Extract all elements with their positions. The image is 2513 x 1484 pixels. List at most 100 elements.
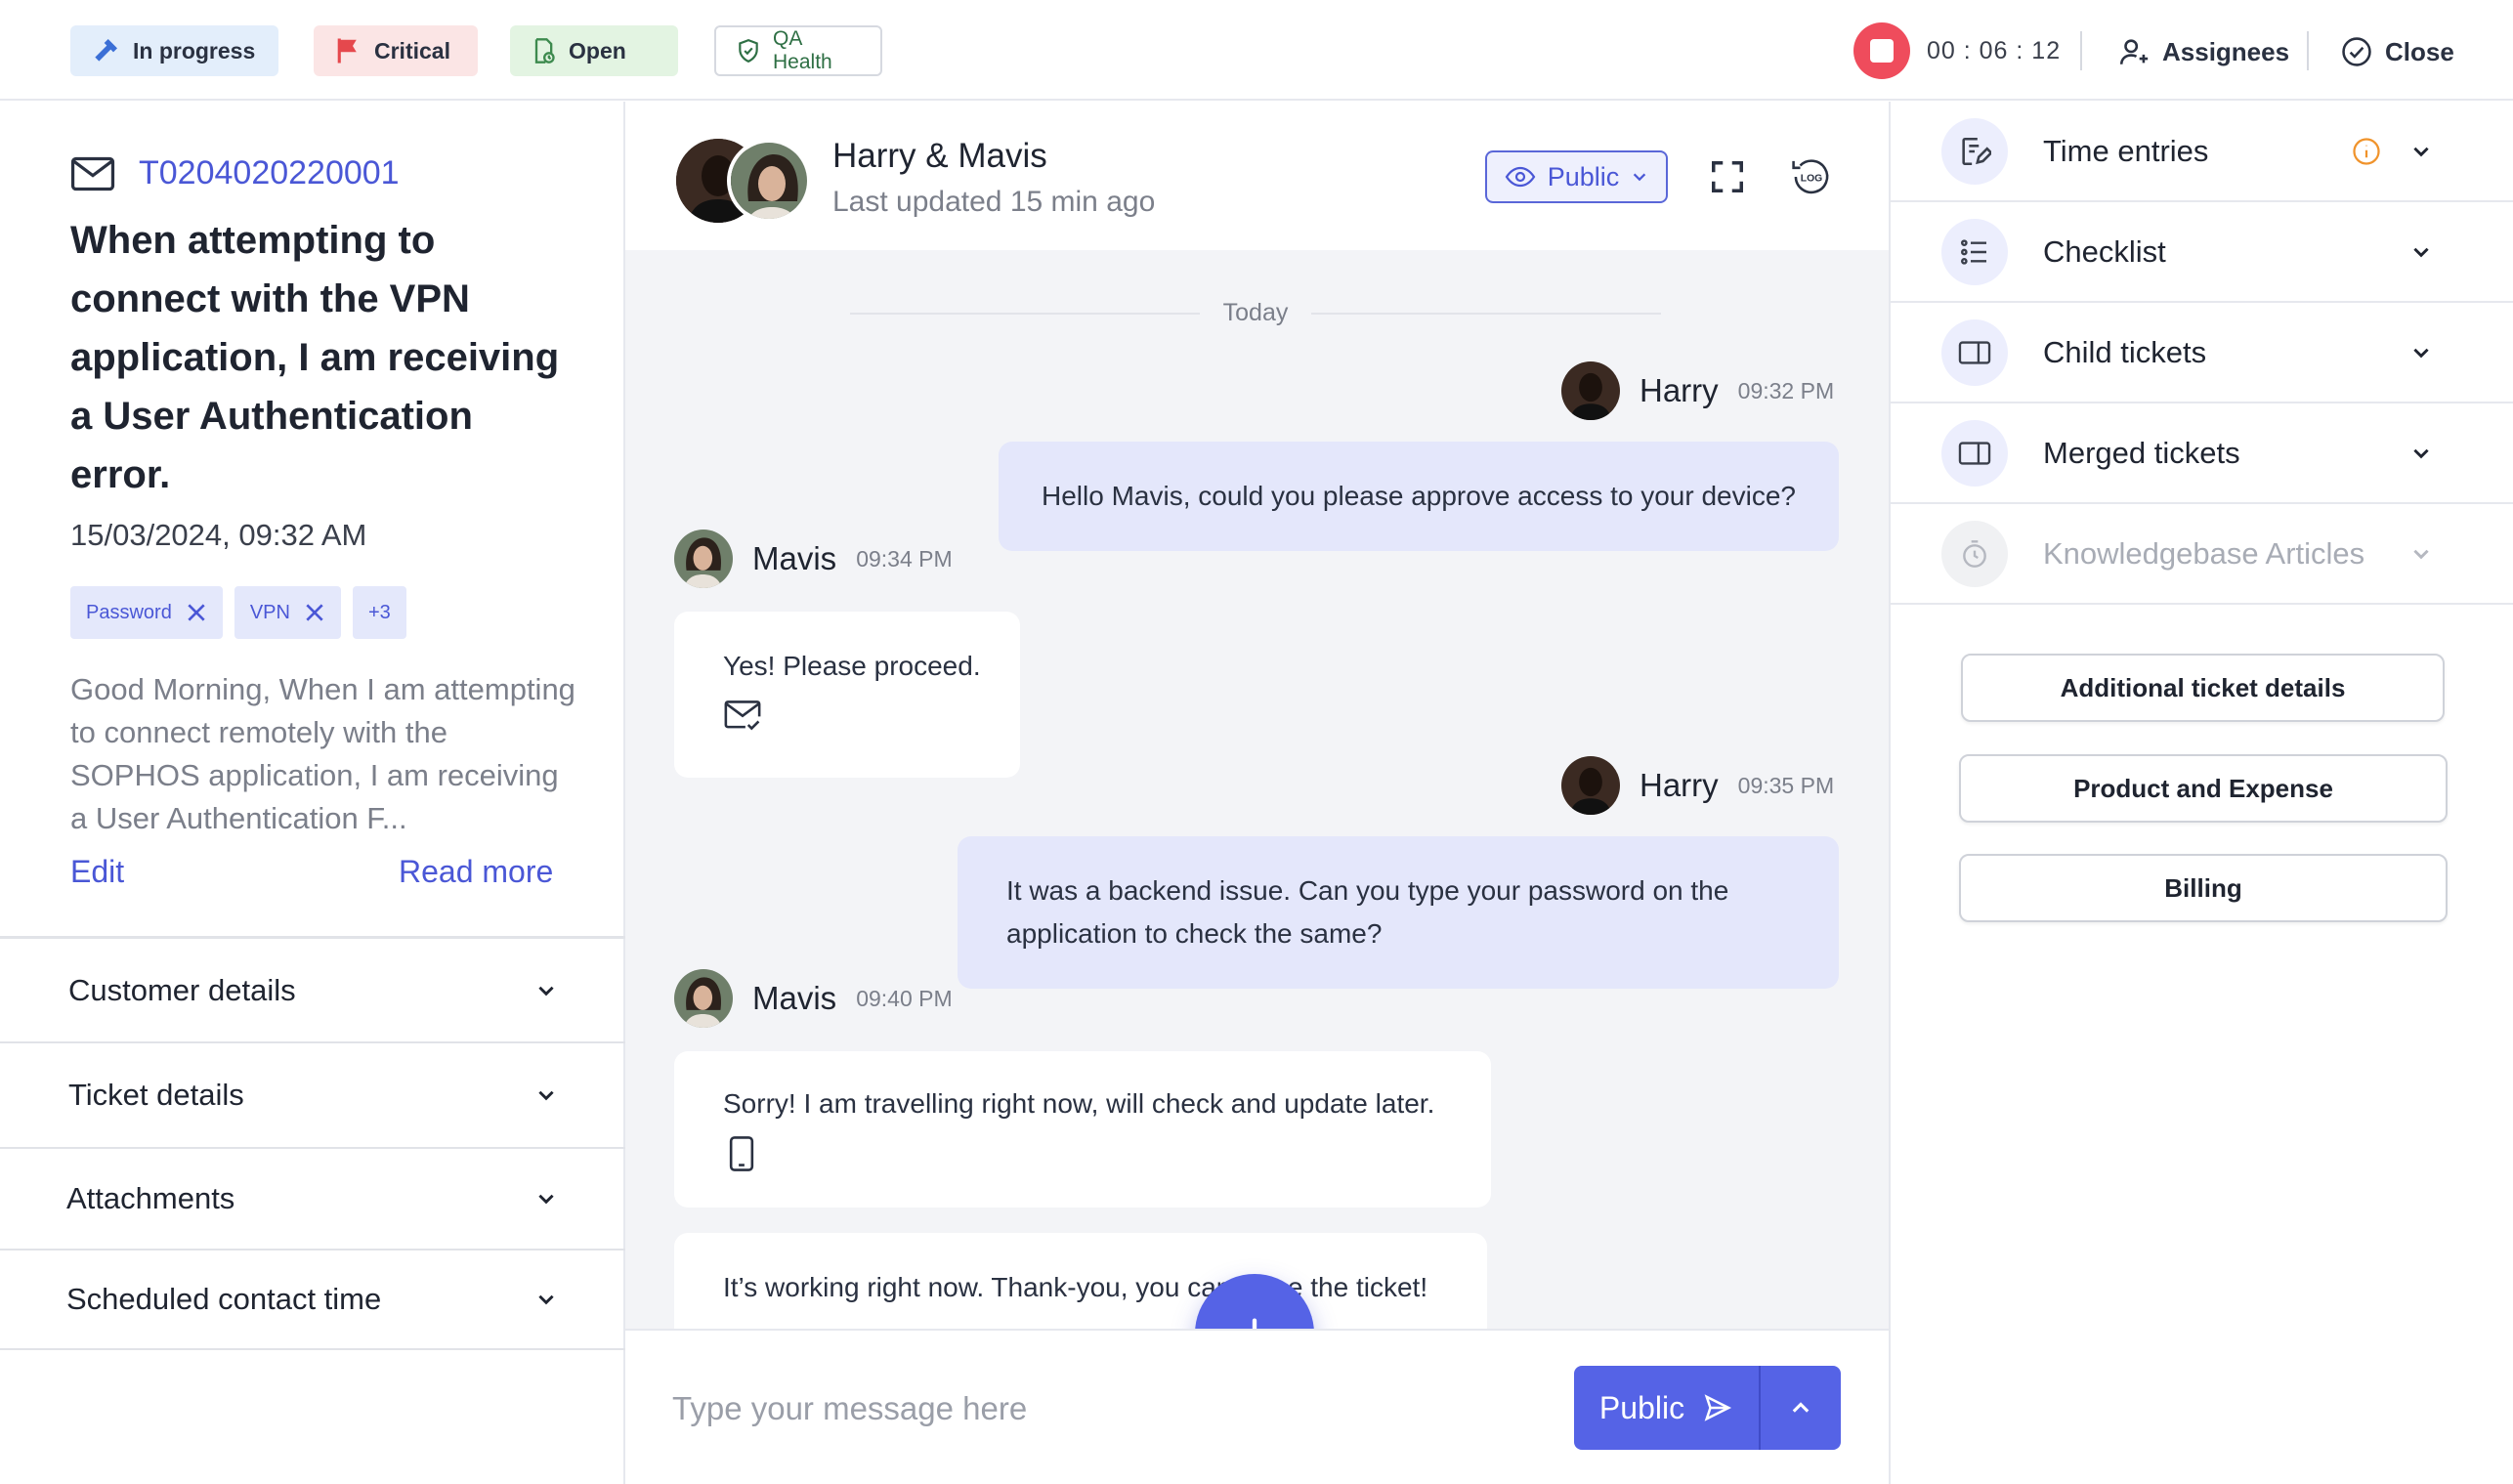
message-meta: Mavis 09:40 PM <box>674 969 953 1028</box>
message-input[interactable] <box>672 1379 1454 1438</box>
message-meta: Harry 09:35 PM <box>1561 756 1834 815</box>
panel-item-time-entries[interactable]: Time entries <box>1891 102 2513 202</box>
visibility-label: Public <box>1547 161 1620 191</box>
message-composer: Public <box>625 1329 1889 1484</box>
divider <box>2080 31 2082 70</box>
ticket-id-row: T0204020220001 <box>70 154 400 192</box>
panel-item-label: Knowledgebase Articles <box>2043 535 2365 571</box>
section-customer-details[interactable]: Customer details <box>0 936 625 1041</box>
day-divider: Today <box>850 299 1661 327</box>
day-divider-label: Today <box>1222 299 1289 326</box>
close-label: Close <box>2385 36 2454 66</box>
tag-vpn[interactable]: VPN <box>234 586 341 639</box>
conversation-updated: Last updated 15 min ago <box>832 186 1156 218</box>
ticket-tools-panel: Time entries Checklist Child tickets Mer… <box>1889 102 2513 1484</box>
svg-text:LOG: LOG <box>1801 174 1822 185</box>
tag-password[interactable]: Password <box>70 586 223 639</box>
panel-item-knowledgebase-articles: Knowledgebase Articles <box>1891 504 2513 605</box>
avatar-harry <box>1561 361 1620 420</box>
avatar-mavis <box>674 969 733 1028</box>
state-chip-open[interactable]: Open <box>510 25 678 76</box>
timer-readout: 00 : 06 : 12 <box>1927 37 2062 64</box>
chevron-down-icon <box>538 1294 554 1305</box>
panel-item-child-tickets[interactable]: Child tickets <box>1891 303 2513 403</box>
fullscreen-button[interactable] <box>1704 153 1751 200</box>
priority-chip-label: Critical <box>374 37 450 64</box>
product-and-expense-button[interactable]: Product and Expense <box>1959 754 2448 823</box>
chevron-down-icon <box>538 986 554 996</box>
stop-recording-button[interactable] <box>1853 22 1910 79</box>
eye-icon <box>1505 166 1536 188</box>
section-attachments[interactable]: Attachments <box>0 1147 625 1249</box>
check-circle-icon <box>2342 37 2371 66</box>
stopwatch-icon <box>1941 520 2008 587</box>
panel-item-merged-tickets[interactable]: Merged tickets <box>1891 403 2513 504</box>
chevron-down-icon <box>2402 443 2441 464</box>
chevron-down-icon <box>2402 241 2441 263</box>
qa-health-label: QA Health <box>773 27 832 73</box>
message-bubble: Yes! Please proceed. <box>674 612 1020 778</box>
send-icon <box>1704 1394 1732 1421</box>
stop-icon <box>1870 39 1894 63</box>
section-ticket-details[interactable]: Ticket details <box>0 1041 625 1147</box>
ticket-id[interactable]: T0204020220001 <box>139 154 400 192</box>
more-tags-button[interactable]: +3 <box>352 586 406 639</box>
avatar-harry <box>1561 756 1620 815</box>
participant-avatars <box>676 139 813 223</box>
close-ticket-button[interactable]: Close <box>2340 32 2454 71</box>
visibility-dropdown[interactable]: Public <box>1485 150 1668 203</box>
message-sender: Harry <box>1640 767 1719 803</box>
ticket-icon <box>1941 318 2008 386</box>
status-chip-in-progress[interactable]: In progress <box>70 25 278 76</box>
section-label: Ticket details <box>68 1078 244 1112</box>
send-public-button[interactable]: Public <box>1574 1366 1759 1450</box>
divider-line <box>850 312 1200 315</box>
conversation-panel: Harry & Mavis Last updated 15 min ago Pu… <box>625 102 1889 1484</box>
panel-item-checklist[interactable]: Checklist <box>1891 202 2513 303</box>
mail-icon <box>70 156 115 191</box>
mail-check-icon <box>724 700 761 731</box>
send-options-button[interactable] <box>1759 1366 1841 1450</box>
message-sender: Mavis <box>752 980 837 1016</box>
section-scheduled-contact-time[interactable]: Scheduled contact time <box>0 1249 625 1350</box>
assignees-button[interactable]: Assignees <box>2117 32 2289 71</box>
message-bubble: Hello Mavis, could you please approve ac… <box>999 442 1839 551</box>
ticket-title: When attempting to connect with the VPN … <box>70 219 560 496</box>
tag-list: Password VPN +3 <box>70 586 406 639</box>
avatar-mavis <box>674 530 733 588</box>
qa-health-chip[interactable]: QA Health <box>714 25 882 76</box>
avatar-mavis <box>727 139 811 223</box>
message-text: Yes! Please proceed. <box>723 651 981 681</box>
priority-chip-critical[interactable]: Critical <box>314 25 478 76</box>
section-label: Attachments <box>66 1181 235 1215</box>
tag-label: VPN <box>249 601 290 623</box>
tag-label: Password <box>86 601 172 623</box>
message-sender: Mavis <box>752 540 837 576</box>
edit-link[interactable]: Edit <box>70 854 124 890</box>
log-history-button[interactable]: LOG <box>1788 153 1835 200</box>
message-meta: Mavis 09:34 PM <box>674 530 953 588</box>
message-text: Sorry! I am travelling right now, will c… <box>723 1088 1435 1119</box>
billing-button[interactable]: Billing <box>1959 854 2448 922</box>
close-icon[interactable] <box>304 602 325 623</box>
message-time: 09:35 PM <box>1737 772 1835 798</box>
document-clock-icon <box>534 38 555 64</box>
additional-ticket-details-button[interactable]: Additional ticket details <box>1961 654 2445 722</box>
checklist-icon <box>1941 218 2008 285</box>
ticket-description: Good Morning, When I am attempting to co… <box>70 672 575 835</box>
log-history-icon: LOG <box>1792 159 1829 194</box>
read-more-link[interactable]: Read more <box>399 854 553 890</box>
mobile-device-icon <box>729 1136 754 1171</box>
flag-icon <box>337 38 357 64</box>
chevron-down-icon <box>538 1090 554 1101</box>
hammer-icon <box>95 39 117 62</box>
chevron-up-icon <box>1792 1402 1810 1413</box>
message-thread[interactable]: Today Harry 09:32 PM Hello Mavis, could … <box>625 250 1889 1329</box>
panel-item-label: Merged tickets <box>2043 435 2240 470</box>
chevron-down-icon <box>538 1194 554 1205</box>
chevron-down-icon <box>1634 173 1646 182</box>
close-icon[interactable] <box>186 602 207 623</box>
status-chip-label: In progress <box>133 37 256 64</box>
send-button-group: Public <box>1574 1366 1841 1450</box>
message-meta: Harry 09:32 PM <box>1561 361 1834 420</box>
